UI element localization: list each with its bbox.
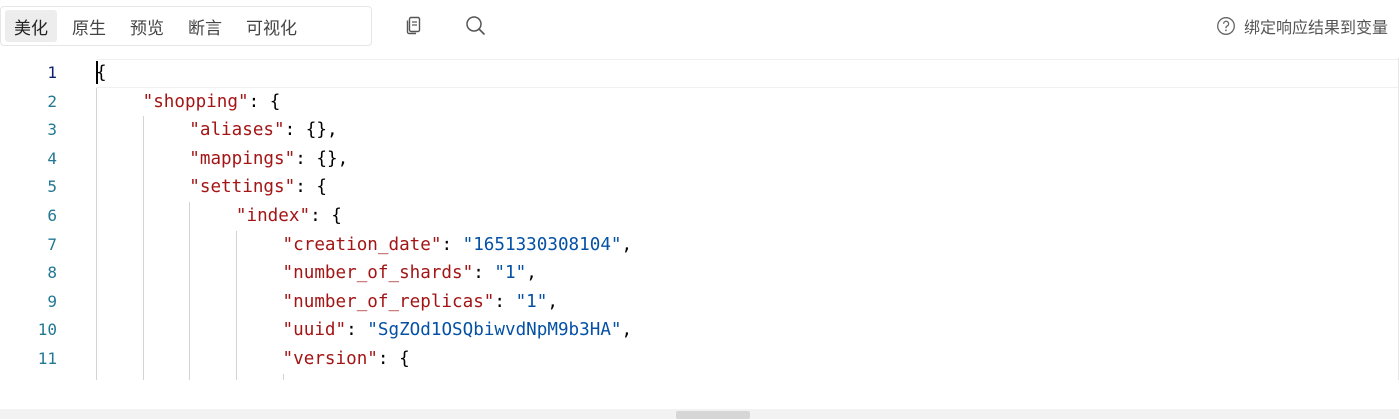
response-toolbar: 美化 原生 预览 断言 可视化 绑定响应结果到变量 xyxy=(0,0,1399,52)
code-line: "shopping": { xyxy=(143,88,281,117)
view-mode-tabs: 美化 原生 预览 断言 可视化 xyxy=(0,6,372,46)
search-icon[interactable] xyxy=(463,13,487,37)
json-punctuation: : xyxy=(346,320,368,341)
json-key: "uuid" xyxy=(282,320,347,341)
line-number: 11 xyxy=(37,349,57,368)
tab-3[interactable]: 断言 xyxy=(179,10,231,42)
json-key: "aliases" xyxy=(189,120,285,141)
json-string-value: "SgZOd1OSQbiwvdNpM9b3HA" xyxy=(367,320,622,341)
line-number: 3 xyxy=(47,120,57,140)
code-line: "number_of_shards": "1", xyxy=(283,259,537,288)
bind-result-label: 绑定响应结果到变量 xyxy=(1244,18,1389,37)
json-punctuation: : xyxy=(494,291,516,312)
json-key: "index" xyxy=(235,206,311,226)
indent-guide xyxy=(235,230,237,380)
line-number: 1 xyxy=(47,63,57,82)
json-key: "creation_date" xyxy=(282,234,442,255)
line-number: 10 xyxy=(37,320,57,340)
line-number: 9 xyxy=(47,291,57,311)
indent-guide xyxy=(96,87,97,380)
line-number: 6 xyxy=(47,206,57,225)
json-string-value: "1651330308104" xyxy=(462,234,622,255)
json-punctuation: , xyxy=(621,234,633,255)
json-string-value: "1" xyxy=(494,263,527,284)
json-punctuation: : { xyxy=(310,206,342,226)
line-number: 8 xyxy=(47,263,57,283)
json-punctuation: : xyxy=(441,234,463,255)
line-number: 7 xyxy=(47,234,57,254)
tab-1[interactable]: 原生 xyxy=(63,10,115,42)
json-punctuation: : { xyxy=(295,177,327,198)
json-key: "settings" xyxy=(189,177,296,198)
code-line: "uuid": "SgZOd1OSQbiwvdNpM9b3HA", xyxy=(283,316,633,345)
json-punctuation: : {}, xyxy=(284,120,338,141)
help-circle-icon xyxy=(1216,16,1236,36)
code-line: "settings": { xyxy=(189,173,327,202)
json-string-value: "1" xyxy=(515,291,548,312)
code-line: "index": { xyxy=(236,202,342,231)
json-key: "shopping" xyxy=(142,91,249,112)
json-punctuation: : {}, xyxy=(295,148,349,169)
tab-2[interactable]: 预览 xyxy=(121,10,173,42)
code-line: "creation_date": "1651330308104", xyxy=(283,231,633,260)
tab-0[interactable]: 美化 xyxy=(5,10,57,42)
current-line-highlight xyxy=(96,59,1399,88)
bind-result-to-variable-button[interactable]: 绑定响应结果到变量 xyxy=(1216,14,1388,38)
json-punctuation: : { xyxy=(377,349,410,369)
json-punctuation: , xyxy=(621,320,633,341)
horizontal-scrollbar-thumb[interactable] xyxy=(676,411,750,419)
code-line: "mappings": {}, xyxy=(189,145,348,174)
copy-icon[interactable] xyxy=(402,13,426,37)
tab-4[interactable]: 可视化 xyxy=(237,10,306,42)
code-line: "aliases": {}, xyxy=(189,116,337,145)
indent-guide xyxy=(142,116,144,380)
line-number: 2 xyxy=(47,91,57,111)
json-editor[interactable]: 1 2 3 4 5 6 7 8 9 10 11 {"shopping": {"aliases": {… xyxy=(0,58,1399,380)
json-key: "version" xyxy=(282,349,378,369)
json-punctuation: : { xyxy=(248,91,281,112)
json-punctuation: : xyxy=(473,263,495,284)
line-number: 5 xyxy=(47,177,57,197)
json-key: "number_of_replicas" xyxy=(282,291,495,312)
json-key: "mappings" xyxy=(189,148,296,169)
json-punctuation: , xyxy=(547,291,558,312)
line-number: 4 xyxy=(47,148,57,168)
json-punctuation: , xyxy=(526,263,537,284)
json-key: "number_of_shards" xyxy=(282,263,474,284)
indent-guide xyxy=(282,373,284,380)
indent-guide xyxy=(189,202,191,380)
text-cursor xyxy=(96,61,98,84)
code-line: "number_of_replicas": "1", xyxy=(283,288,558,317)
code-line: "version": { xyxy=(283,345,410,374)
